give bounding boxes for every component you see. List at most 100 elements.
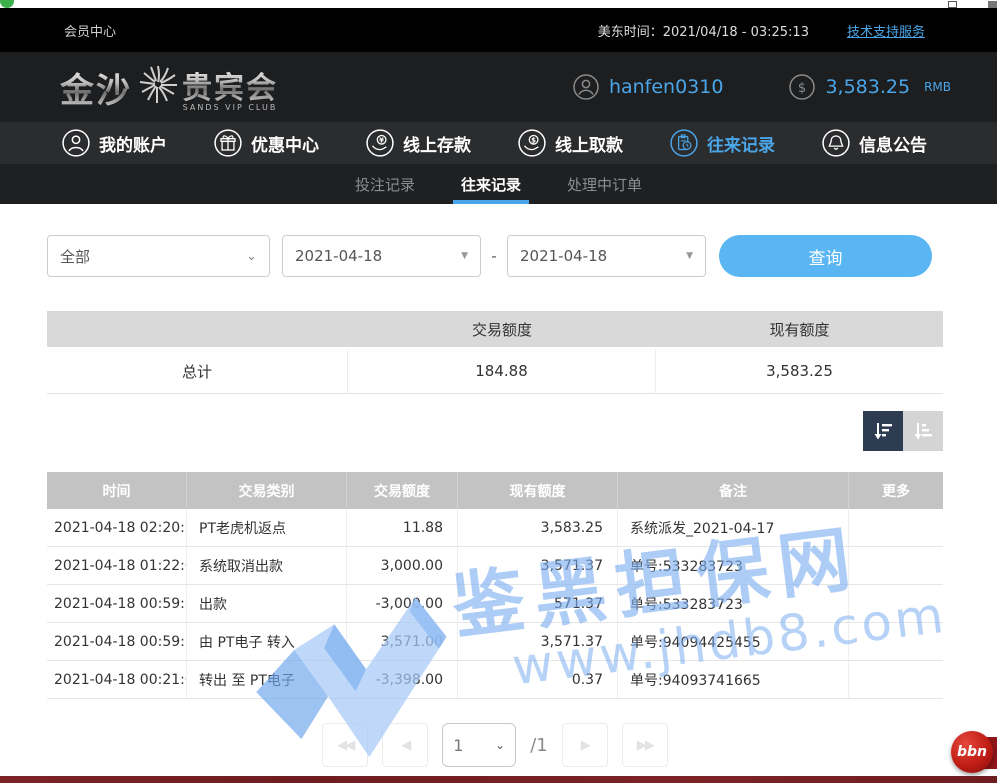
cell-more (849, 585, 943, 622)
sort-descending-button[interactable] (863, 411, 903, 451)
cell-time: 2021-04-18 00:21:01 (47, 661, 187, 698)
browser-tab-icon (0, 0, 14, 8)
date-from-input[interactable]: 2021-04-18 ▼ (282, 235, 481, 277)
logo-subtitle: SANDS VIP CLUB (183, 103, 278, 112)
col-header-type: 交易类别 (187, 472, 347, 509)
sunburst-icon (136, 62, 180, 110)
chevron-down-icon: ⌄ (495, 738, 505, 752)
page-select[interactable]: 1 ⌄ (442, 723, 516, 767)
summary-trade-amount-value: 184.88 (348, 349, 656, 393)
date-range-separator: - (481, 247, 507, 265)
cell-amount: -3,398.00 (347, 661, 458, 698)
nav-label: 优惠中心 (251, 131, 319, 156)
pagination: ◀◀ ◀ 1 ⌄ /1 ▶ ▶▶ (47, 723, 943, 767)
logo-text-right: 贵宾会 (182, 63, 278, 107)
nav-item-announcements[interactable]: 信息公告 (822, 129, 927, 157)
bbn-provider-badge[interactable]: bbn (951, 731, 993, 773)
support-service-link[interactable]: 技术支持服务 (847, 21, 925, 40)
balance-display[interactable]: $ 3,583.25 RMB (789, 74, 951, 100)
cell-balance: 571.37 (458, 585, 618, 622)
cell-time: 2021-04-18 01:22:08 (47, 547, 187, 584)
cell-type: 由 PT电子 转入 (187, 623, 347, 660)
transaction-type-value: 全部 (60, 246, 90, 267)
summary-total-row: 总计 184.88 3,583.25 (47, 349, 943, 394)
summary-balance-value: 3,583.25 (656, 349, 943, 393)
nav-label: 信息公告 (859, 131, 927, 156)
date-from-value: 2021-04-18 (295, 247, 382, 265)
tab-pending-orders[interactable]: 处理中订单 (561, 164, 648, 204)
table-row: 2021-04-18 02:20:24 PT老虎机返点 11.88 3,583.… (47, 509, 943, 547)
browser-close-icon (988, 1, 997, 8)
cell-more (849, 661, 943, 698)
tab-transaction-records[interactable]: 往来记录 (455, 164, 527, 204)
total-pages-label: /1 (530, 735, 548, 756)
footer-edge-strip (0, 776, 997, 783)
cell-note: 系统派发_2021-04-17 (618, 509, 849, 546)
cell-amount: 3,571.00 (347, 623, 458, 660)
main-nav: 我的账户 优惠中心 ¥ 线上存款 $ 线上取款 (0, 122, 997, 164)
cell-balance: 3,571.37 (458, 547, 618, 584)
page-select-value: 1 (453, 736, 463, 755)
tab-betting-records[interactable]: 投注记录 (349, 164, 421, 204)
svg-text:$: $ (531, 137, 536, 145)
withdraw-hand-coin-icon: $ (518, 129, 546, 157)
next-page-button[interactable]: ▶ (562, 723, 608, 767)
transaction-type-select[interactable]: 全部 ⌄ (47, 235, 270, 277)
cell-amount: 3,000.00 (347, 547, 458, 584)
cell-more (849, 547, 943, 584)
cell-type: 转出 至 PT电子 (187, 661, 347, 698)
dollar-coin-icon: $ (789, 74, 815, 100)
cell-note: 单号:94093741665 (618, 661, 849, 698)
table-row: 2021-04-18 01:22:08 系统取消出款 3,000.00 3,57… (47, 547, 943, 585)
nav-item-deposit[interactable]: ¥ 线上存款 (366, 129, 471, 157)
nav-item-transaction-records[interactable]: 往来记录 (670, 129, 775, 157)
nav-label: 往来记录 (707, 131, 775, 156)
member-center-link[interactable]: 会员中心 (64, 21, 116, 40)
cell-more (849, 509, 943, 546)
summary-header-row: 交易额度 现有额度 (47, 311, 943, 349)
clipboard-clock-icon (670, 129, 698, 157)
svg-text:¥: ¥ (379, 137, 384, 145)
first-page-button[interactable]: ◀◀ (322, 723, 368, 767)
last-page-button[interactable]: ▶▶ (622, 723, 668, 767)
nav-label: 线上取款 (555, 131, 623, 156)
table-row: 2021-04-18 00:59:13 由 PT电子 转入 3,571.00 3… (47, 623, 943, 661)
site-header: 金沙 贵宾会 SANDS VIP CLUB hanfen0310 (0, 52, 997, 122)
cell-time: 2021-04-18 00:59:57 (47, 585, 187, 622)
table-row: 2021-04-18 00:59:57 出款 -3,000.00 571.37 … (47, 585, 943, 623)
date-to-input[interactable]: 2021-04-18 ▼ (507, 235, 706, 277)
summary-header-trade-amount: 交易额度 (348, 311, 656, 347)
col-header-note: 备注 (618, 472, 849, 509)
summary-header-balance: 现有额度 (656, 311, 943, 347)
nav-item-my-account[interactable]: 我的账户 (62, 129, 167, 157)
table-row: 2021-04-18 00:21:01 转出 至 PT电子 -3,398.00 … (47, 661, 943, 699)
nav-label: 我的账户 (99, 131, 167, 156)
filter-row: 全部 ⌄ 2021-04-18 ▼ - 2021-04-18 ▼ 查询 (47, 235, 943, 277)
records-header-row: 时间 交易类别 交易额度 现有额度 备注 更多 (47, 472, 943, 509)
sort-ascending-button[interactable] (903, 411, 943, 451)
cell-type: 系统取消出款 (187, 547, 347, 584)
nav-item-withdraw[interactable]: $ 线上取款 (518, 129, 623, 157)
browser-chrome-strip (0, 0, 997, 8)
col-header-more: 更多 (849, 472, 943, 509)
cell-amount: 11.88 (347, 509, 458, 546)
nav-item-promotions[interactable]: 优惠中心 (214, 129, 319, 157)
cell-balance: 0.37 (458, 661, 618, 698)
dropdown-triangle-icon: ▼ (686, 251, 693, 261)
cell-note: 单号:94094425455 (618, 623, 849, 660)
cell-type: 出款 (187, 585, 347, 622)
server-time-label: 美东时间：2021/04/18 - 03:25:13 (598, 21, 809, 40)
bell-icon (822, 129, 850, 157)
col-header-amount: 交易额度 (347, 472, 458, 509)
dropdown-triangle-icon: ▼ (461, 251, 468, 261)
cell-time: 2021-04-18 02:20:24 (47, 509, 187, 546)
nav-label: 线上存款 (403, 131, 471, 156)
summary-table: 交易额度 现有额度 总计 184.88 3,583.25 (47, 311, 943, 394)
cell-note: 单号:533283723 (618, 547, 849, 584)
search-button[interactable]: 查询 (719, 235, 932, 277)
sub-nav: 投注记录 往来记录 处理中订单 (0, 164, 997, 204)
top-bar: 会员中心 美东时间：2021/04/18 - 03:25:13 技术支持服务 (0, 8, 997, 52)
site-logo[interactable]: 金沙 贵宾会 SANDS VIP CLUB (60, 62, 278, 112)
prev-page-button[interactable]: ◀ (382, 723, 428, 767)
user-account-link[interactable]: hanfen0310 (573, 74, 724, 100)
